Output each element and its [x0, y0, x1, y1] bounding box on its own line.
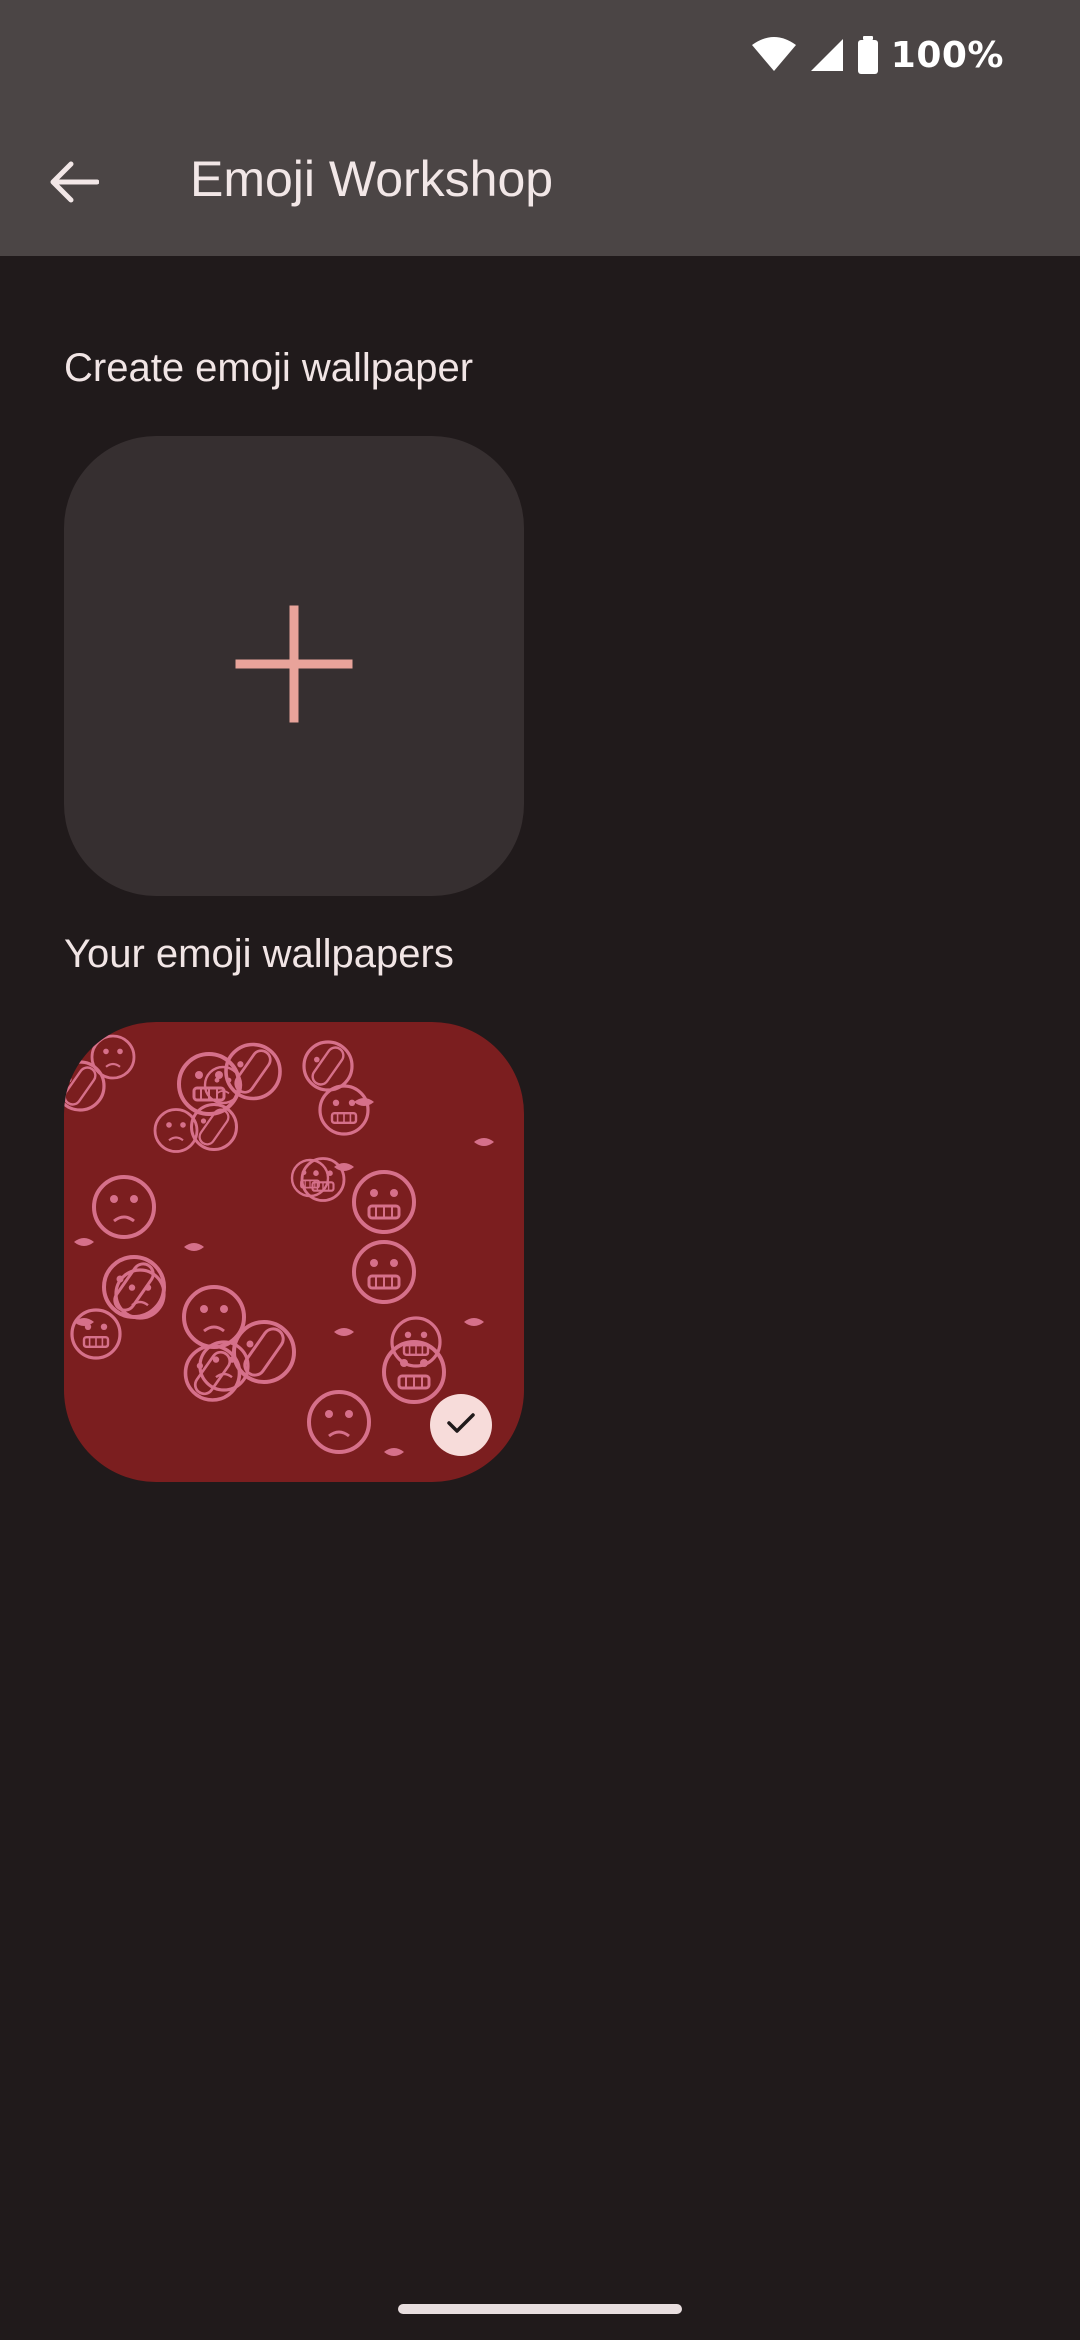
- create-wallpaper-button[interactable]: [64, 436, 524, 896]
- create-section-title: Create emoji wallpaper: [64, 346, 474, 390]
- cell-signal-icon: [809, 37, 845, 73]
- selected-badge: [430, 1394, 492, 1456]
- wallpapers-section-title: Your emoji wallpapers: [64, 932, 454, 976]
- status-bar: 100%: [0, 0, 1080, 110]
- app-bar: Emoji Workshop: [0, 110, 1080, 256]
- page-title: Emoji Workshop: [190, 151, 554, 207]
- checkmark-icon: [446, 1411, 476, 1439]
- battery-percent: 100%: [890, 34, 1004, 76]
- back-button[interactable]: [28, 138, 120, 230]
- home-indicator[interactable]: [398, 2304, 682, 2314]
- plus-icon: [234, 604, 354, 728]
- emoji-wallpaper-thumbnail[interactable]: [64, 1022, 524, 1482]
- arrow-back-icon: [49, 161, 100, 207]
- status-icons: 100%: [751, 30, 1004, 80]
- battery-icon: [857, 36, 879, 74]
- wifi-icon: [751, 37, 797, 73]
